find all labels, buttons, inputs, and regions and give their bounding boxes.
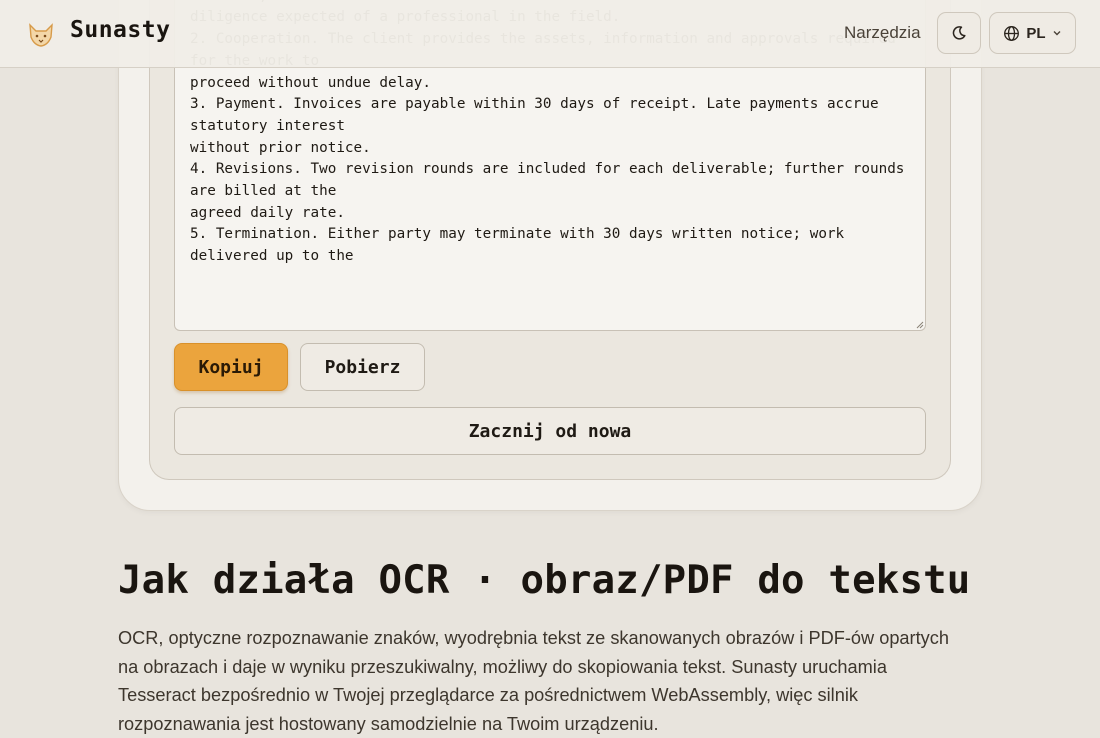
- nav-tools-link[interactable]: Narzędzia: [844, 23, 921, 43]
- fox-logo-icon[interactable]: [26, 19, 56, 49]
- start-over-button[interactable]: Zacznij od nowa: [174, 407, 926, 455]
- globe-icon: [1004, 25, 1020, 41]
- copy-button[interactable]: Kopiuj: [174, 343, 288, 391]
- article-title: Jak działa OCR · obraz/PDF do tekstu: [118, 558, 971, 603]
- resize-grip-icon[interactable]: [916, 321, 924, 329]
- site-header: Sunasty Narzędzia PL: [0, 0, 1100, 68]
- ocr-tool-card: 1. Scope. The provider delivers the serv…: [118, 0, 982, 511]
- result-panel: 1. Scope. The provider delivers the serv…: [149, 0, 951, 480]
- moon-icon: [952, 26, 966, 40]
- language-selector[interactable]: PL: [989, 12, 1076, 54]
- brand-name[interactable]: Sunasty: [70, 17, 170, 43]
- article-body: OCR, optyczne rozpoznawanie znaków, wyod…: [118, 628, 949, 734]
- language-label: PL: [1026, 24, 1046, 42]
- download-button[interactable]: Pobierz: [300, 343, 425, 391]
- theme-toggle-button[interactable]: [937, 12, 981, 54]
- chevron-down-icon: [1053, 31, 1061, 36]
